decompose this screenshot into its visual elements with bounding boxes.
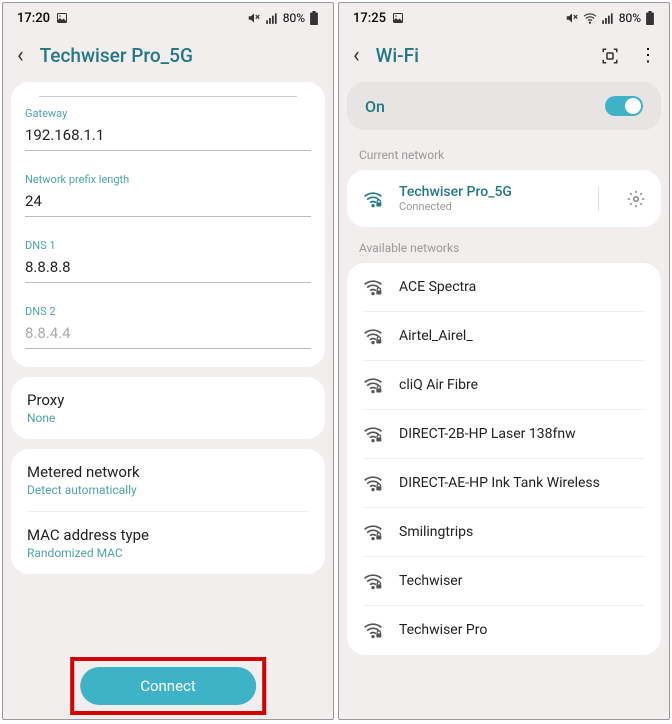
wifi-lock-icon	[363, 424, 383, 444]
network-row[interactable]: DIRECT-2B-HP Laser 138fnw	[347, 410, 661, 458]
qr-scan-icon[interactable]	[601, 47, 619, 65]
back-icon[interactable]: ‹	[353, 43, 360, 68]
network-row[interactable]: Airtel_Airel_	[347, 312, 661, 360]
battery-icon	[309, 11, 319, 25]
network-name: Airtel_Airel_	[399, 328, 645, 344]
more-icon[interactable]: ⋮	[639, 45, 655, 66]
connect-button[interactable]: Connect	[80, 667, 256, 705]
back-icon[interactable]: ‹	[17, 43, 24, 68]
wifi-lock-icon	[363, 473, 383, 493]
network-row[interactable]: ACE Spectra	[347, 263, 661, 311]
proxy-card[interactable]: Proxy None	[11, 377, 325, 439]
mute-icon	[565, 11, 579, 25]
wifi-icon	[363, 189, 383, 209]
header: ‹ Techwiser Pro_5G	[3, 31, 333, 82]
wifi-toggle[interactable]	[605, 96, 643, 116]
battery-icon	[645, 11, 655, 25]
header: ‹ Wi-Fi ⋮	[339, 31, 669, 82]
available-networks-card: ACE Spectra Airtel_Airel_ cliQ Air Fibre DI…	[347, 263, 661, 655]
status-bar: 17:25 80%	[339, 3, 669, 31]
mute-icon	[247, 11, 261, 25]
status-time: 17:20	[17, 11, 50, 26]
current-network-status: Connected	[399, 200, 582, 213]
signal-icon	[265, 11, 279, 25]
dns2-field[interactable]: DNS 2 8.8.4.4	[25, 305, 311, 349]
phone-left: 17:20 80% ‹ Techwiser Pro_5G Gateway 192…	[2, 2, 334, 720]
network-row[interactable]: Techwiser Pro	[347, 606, 661, 654]
wifi-lock-icon	[363, 375, 383, 395]
ip-settings-card: Gateway 192.168.1.1 Network prefix lengt…	[11, 82, 325, 367]
network-name: ACE Spectra	[399, 279, 645, 295]
wifi-lock-icon	[363, 326, 383, 346]
network-name: Techwiser Pro	[399, 622, 645, 638]
current-network-label: Current network	[339, 144, 669, 170]
advanced-card: Metered network Detect automatically MAC…	[11, 449, 325, 574]
battery-text: 80%	[283, 11, 305, 25]
status-bar: 17:20 80%	[3, 3, 333, 31]
current-network-name: Techwiser Pro_5G	[399, 184, 582, 200]
dns1-field[interactable]: DNS 1 8.8.8.8	[25, 239, 311, 283]
network-name: DIRECT-2B-HP Laser 138fnw	[399, 426, 645, 442]
current-network-card[interactable]: Techwiser Pro_5G Connected	[347, 170, 661, 227]
gear-icon[interactable]	[627, 190, 645, 208]
prefix-field[interactable]: Network prefix length 24	[25, 173, 311, 217]
mac-row[interactable]: MAC address type Randomized MAC	[11, 512, 325, 574]
wifi-status-icon	[583, 11, 597, 25]
toggle-label: On	[365, 97, 385, 116]
network-row[interactable]: cliQ Air Fibre	[347, 361, 661, 409]
wifi-lock-icon	[363, 522, 383, 542]
proxy-value: None	[27, 411, 309, 425]
network-name: cliQ Air Fibre	[399, 377, 645, 393]
connect-highlight: Connect	[70, 657, 266, 715]
wifi-lock-icon	[363, 277, 383, 297]
proxy-title: Proxy	[27, 391, 309, 409]
wifi-lock-icon	[363, 620, 383, 640]
network-name: DIRECT-AE-HP Ink Tank Wireless	[399, 475, 645, 491]
wifi-toggle-row[interactable]: On	[347, 82, 661, 130]
network-name: Smilingtrips	[399, 524, 645, 540]
network-row[interactable]: DIRECT-AE-HP Ink Tank Wireless	[347, 459, 661, 507]
gateway-field[interactable]: Gateway 192.168.1.1	[25, 107, 311, 151]
status-time: 17:25	[353, 11, 386, 26]
page-title: Wi-Fi	[376, 44, 419, 67]
metered-row[interactable]: Metered network Detect automatically	[11, 449, 325, 511]
network-row[interactable]: Smilingtrips	[347, 508, 661, 556]
image-icon	[392, 12, 404, 24]
image-icon	[56, 12, 68, 24]
available-networks-label: Available networks	[339, 237, 669, 263]
network-row[interactable]: Techwiser	[347, 557, 661, 605]
phone-right: 17:25 80% ‹ Wi-Fi ⋮ On Current network T…	[338, 2, 670, 720]
battery-text: 80%	[619, 11, 641, 25]
wifi-lock-icon	[363, 571, 383, 591]
page-title: Techwiser Pro_5G	[40, 44, 193, 67]
signal-icon	[601, 11, 615, 25]
network-name: Techwiser	[399, 573, 645, 589]
